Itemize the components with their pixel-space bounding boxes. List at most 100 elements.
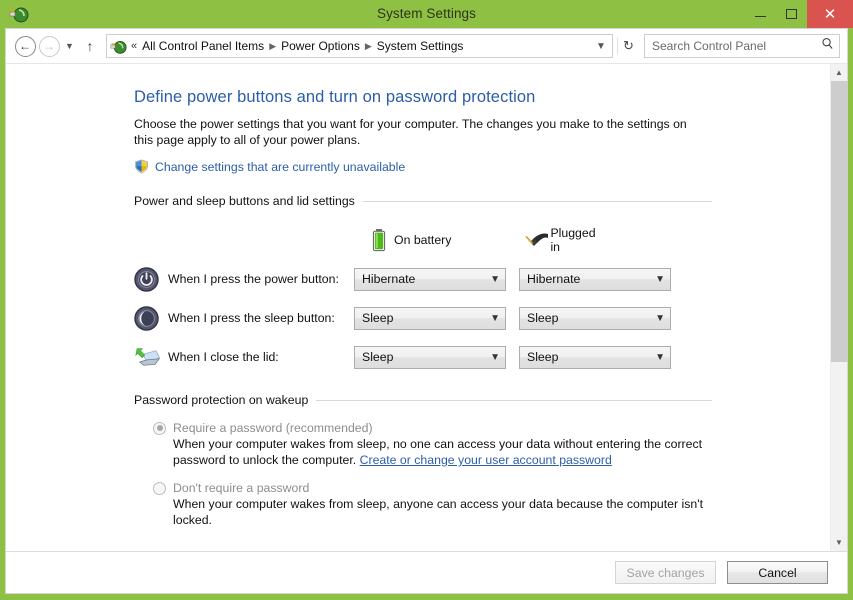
close-lid-on-battery-value: Sleep — [362, 350, 394, 364]
setting-row-power-button-label: When I press the power button: — [168, 272, 339, 286]
scroll-up-icon: ▲ — [835, 68, 843, 77]
password-section-heading: Password protection on wakeup — [134, 393, 712, 407]
setting-row-sleep-button: When I press the sleep button: Sleep ▼ S… — [134, 304, 671, 332]
chevron-down-icon: ▼ — [490, 273, 500, 285]
window-title: System Settings — [376, 6, 477, 21]
radio-require-password[interactable]: Require a password (recommended) — [153, 421, 606, 435]
minimize-icon — [755, 16, 766, 17]
chevron-down-icon: ▼ — [65, 41, 74, 51]
address-bar[interactable]: « All Control Panel Items ▶ Power Option… — [106, 34, 613, 58]
close-lid-plugged-in-value: Sleep — [527, 350, 559, 364]
change-settings-link[interactable]: Change settings that are currently unava… — [155, 160, 405, 174]
sleep-button-plugged-in-select[interactable]: Sleep ▼ — [519, 306, 671, 330]
up-button[interactable]: ↑ — [78, 34, 102, 58]
scroll-zone: Define power buttons and turn on passwor… — [6, 64, 848, 551]
close-icon: ✕ — [823, 5, 837, 23]
vertical-scrollbar[interactable]: ▲ ▼ — [830, 64, 848, 551]
column-header-plugged-in-label: Plugged in — [550, 226, 596, 254]
breadcrumb: « All Control Panel Items ▶ Power Option… — [129, 39, 592, 53]
power-button-on-battery-select[interactable]: Hibernate ▼ — [354, 267, 506, 291]
recent-locations-button[interactable]: ▼ — [61, 34, 78, 58]
create-change-password-link[interactable]: Create or change your user account passw… — [360, 453, 612, 467]
dialog-button-bar: Save changes Cancel — [6, 551, 847, 593]
radio-dont-require-password-label: Don't require a password — [173, 481, 310, 495]
radio-dont-require-password-description: When your computer wakes from sleep, any… — [173, 497, 704, 527]
save-changes-button[interactable]: Save changes — [615, 561, 716, 584]
scroll-down-button[interactable]: ▼ — [831, 534, 847, 551]
power-button-icon — [134, 266, 168, 292]
power-button-on-battery-value: Hibernate — [362, 272, 416, 286]
breadcrumb-overflow[interactable]: « — [129, 40, 139, 52]
setting-row-sleep-button-label: When I press the sleep button: — [168, 311, 335, 325]
shield-icon — [134, 159, 149, 174]
breadcrumb-item-power-options[interactable]: Power Options — [278, 39, 363, 53]
chevron-right-icon[interactable]: ▶ — [267, 41, 278, 52]
section-divider — [362, 200, 712, 202]
setting-row-close-lid-label: When I close the lid: — [168, 350, 279, 364]
search-icon — [821, 37, 835, 55]
radio-button-icon — [153, 481, 166, 495]
column-header-on-battery: On battery — [364, 226, 522, 254]
radio-dont-require-password[interactable]: Don't require a password — [153, 481, 606, 495]
close-button[interactable]: ✕ — [807, 0, 853, 28]
power-plug-icon — [110, 38, 127, 55]
back-arrow-icon: ← — [14, 35, 36, 57]
sleep-button-plugged-in-value: Sleep — [527, 311, 559, 325]
column-header-plugged-in: Plugged in — [522, 226, 606, 254]
chevron-down-icon: ▼ — [655, 273, 665, 285]
forward-arrow-icon: → — [38, 35, 60, 57]
search-input[interactable] — [652, 39, 821, 53]
scroll-up-button[interactable]: ▲ — [831, 64, 847, 81]
maximize-button[interactable] — [776, 0, 807, 28]
minimize-button[interactable] — [745, 0, 776, 28]
scroll-down-icon: ▼ — [835, 538, 843, 547]
close-lid-on-battery-select[interactable]: Sleep ▼ — [354, 345, 506, 369]
page-title: Define power buttons and turn on passwor… — [134, 88, 536, 106]
window-controls: ✕ — [745, 0, 853, 28]
password-section-heading-label: Password protection on wakeup — [134, 393, 309, 407]
radio-require-password-description: When your computer wakes from sleep, no … — [173, 436, 718, 468]
sleep-moon-icon — [134, 305, 168, 331]
chevron-down-icon: ▼ — [490, 312, 500, 324]
battery-icon — [364, 228, 394, 252]
title-bar: System Settings ✕ — [0, 0, 853, 28]
power-section-heading: Power and sleep buttons and lid settings — [134, 194, 712, 208]
sleep-button-on-battery-value: Sleep — [362, 311, 394, 325]
setting-row-power-button: When I press the power button: Hibernate… — [134, 265, 671, 293]
maximize-icon — [786, 9, 797, 19]
breadcrumb-item-system-settings[interactable]: System Settings — [374, 39, 467, 53]
system-settings-window: System Settings ✕ ← → ▼ ↑ « All Control … — [0, 0, 853, 600]
refresh-button[interactable]: ↻ — [617, 38, 639, 54]
power-button-plugged-in-select[interactable]: Hibernate ▼ — [519, 267, 671, 291]
power-plug-icon — [522, 230, 551, 250]
column-headers: On battery Plugged in — [134, 226, 606, 254]
search-box[interactable] — [644, 34, 840, 58]
chevron-down-icon: ▼ — [655, 351, 665, 363]
scrollbar-track[interactable] — [831, 81, 848, 534]
cancel-button[interactable]: Cancel — [727, 561, 828, 584]
breadcrumb-item-all-control-panel-items[interactable]: All Control Panel Items — [139, 39, 267, 53]
close-lid-plugged-in-select[interactable]: Sleep ▼ — [519, 345, 671, 369]
radio-button-icon — [153, 421, 166, 435]
laptop-lid-icon — [134, 345, 168, 369]
chevron-down-icon: ▼ — [655, 312, 665, 324]
change-settings-link-row[interactable]: Change settings that are currently unava… — [134, 159, 606, 174]
navigation-bar: ← → ▼ ↑ « All Control Panel Items ▶ Powe… — [6, 29, 847, 64]
sleep-button-on-battery-select[interactable]: Sleep ▼ — [354, 306, 506, 330]
content-pane: Define power buttons and turn on passwor… — [6, 64, 830, 551]
address-dropdown-button[interactable]: ▼ — [592, 41, 610, 52]
page-intro-text: Choose the power settings that you want … — [134, 117, 687, 147]
column-header-on-battery-label: On battery — [394, 233, 452, 247]
client-area: ← → ▼ ↑ « All Control Panel Items ▶ Powe… — [5, 28, 848, 594]
radio-require-password-label: Require a password (recommended) — [173, 421, 373, 435]
up-arrow-icon: ↑ — [86, 38, 94, 54]
power-button-plugged-in-value: Hibernate — [527, 272, 581, 286]
setting-row-close-lid: When I close the lid: Sleep ▼ Sleep ▼ — [134, 343, 671, 371]
back-button[interactable]: ← — [13, 34, 37, 58]
section-divider — [316, 399, 712, 401]
scrollbar-thumb[interactable] — [831, 81, 848, 362]
forward-button[interactable]: → — [37, 34, 61, 58]
chevron-down-icon: ▼ — [490, 351, 500, 363]
chevron-right-icon[interactable]: ▶ — [363, 41, 374, 52]
power-section-heading-label: Power and sleep buttons and lid settings — [134, 194, 355, 208]
